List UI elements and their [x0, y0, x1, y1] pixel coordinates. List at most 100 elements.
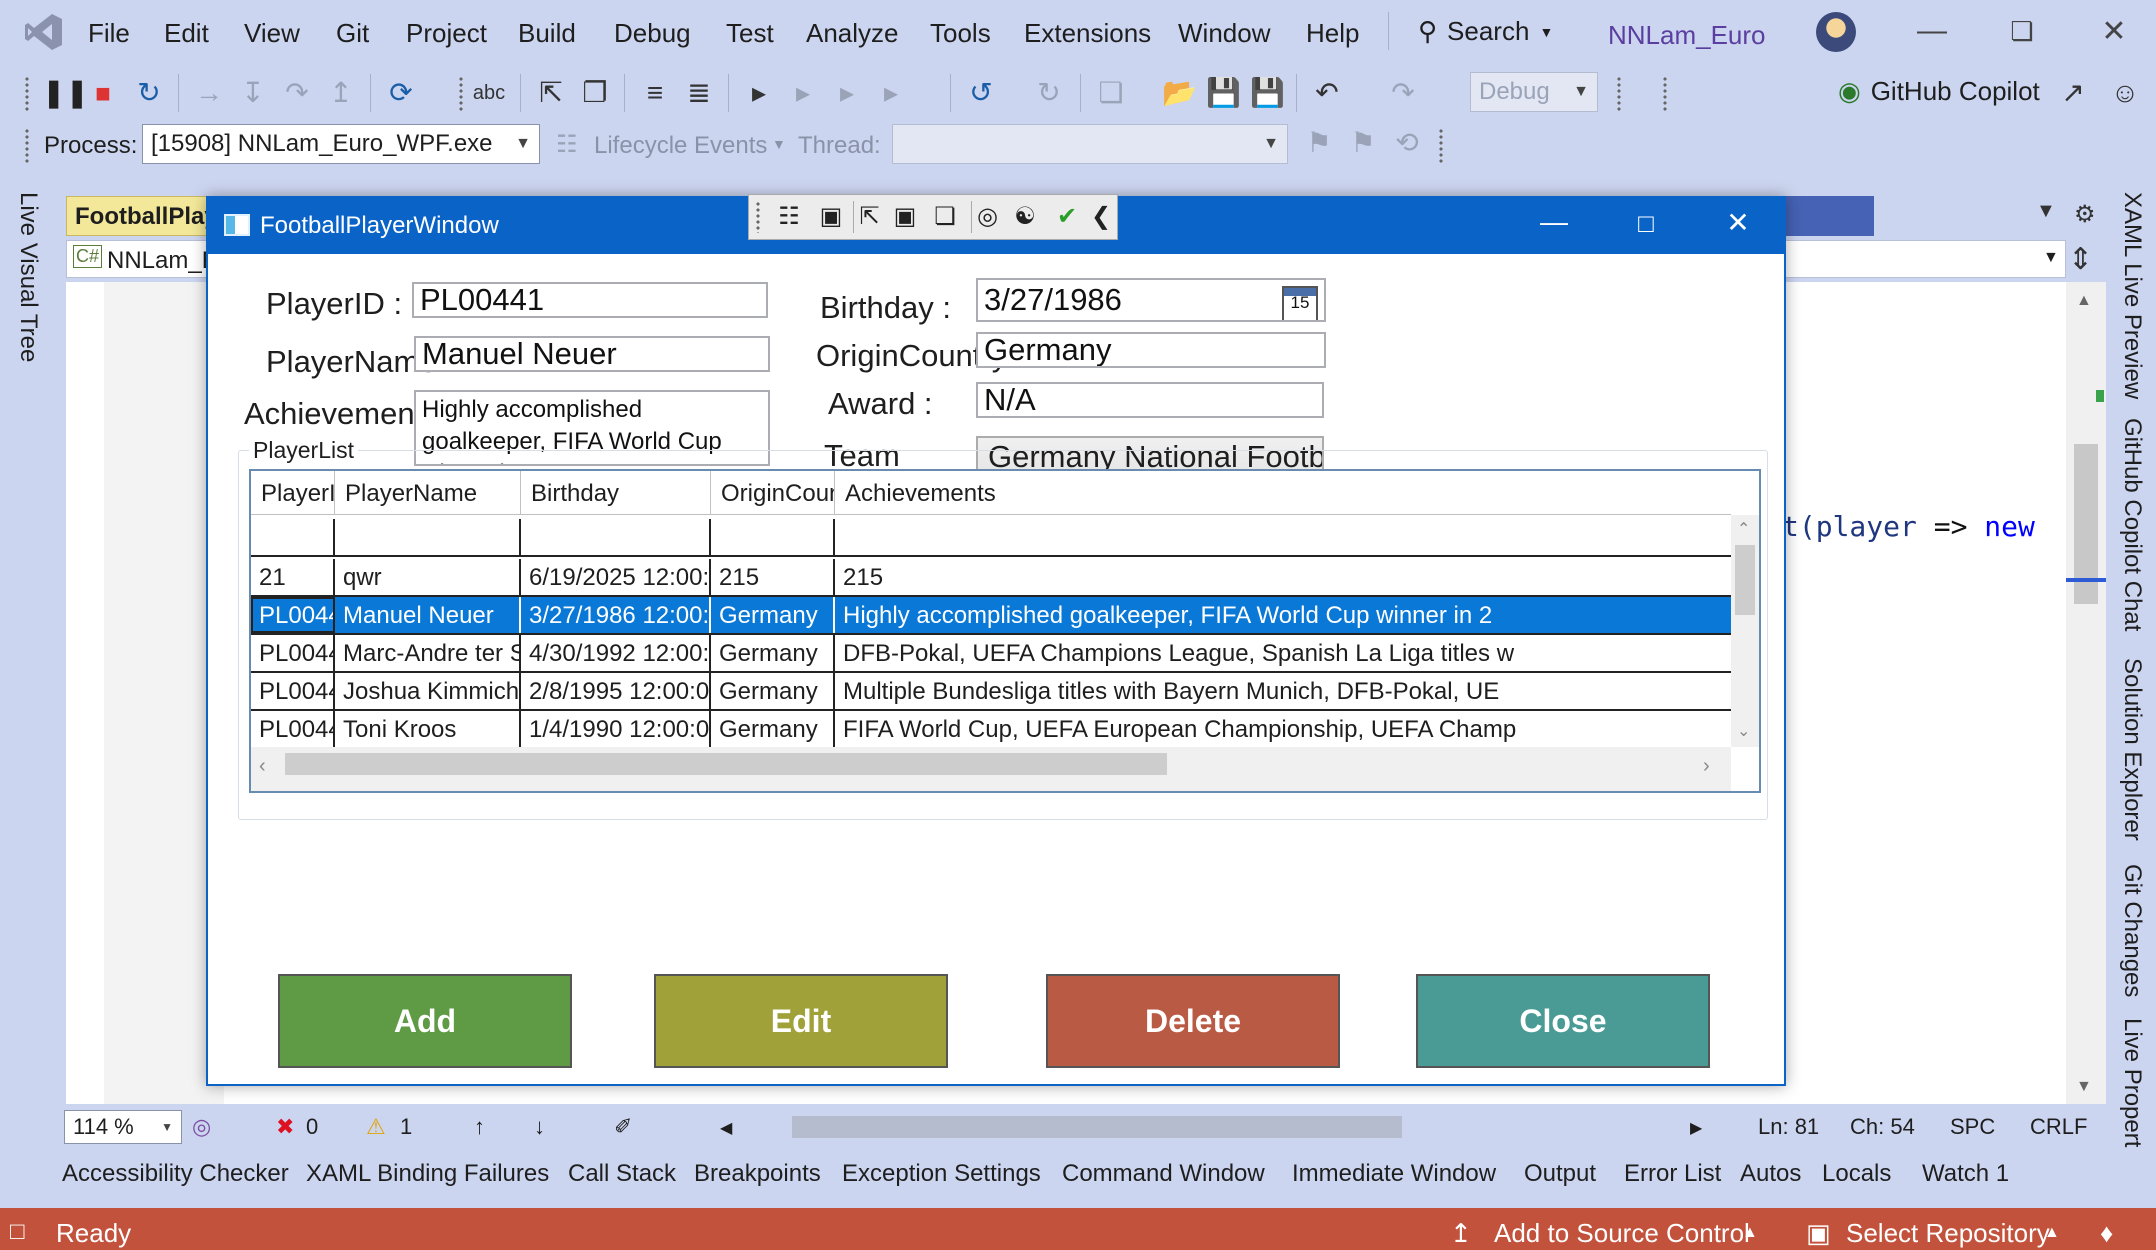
table-row[interactable]: PL00444 Toni Kroos 1/4/1990 12:00:00 AM …: [251, 711, 1731, 749]
collapse-toolbar-icon[interactable]: ❮: [1085, 201, 1117, 233]
close-icon[interactable]: ✕: [1716, 206, 1760, 239]
column-header-origincountry[interactable]: OriginCountry: [711, 471, 835, 515]
record-icon[interactable]: ▣: [815, 201, 847, 233]
column-header-achievements[interactable]: Achievements: [835, 471, 1731, 515]
table-row[interactable]: PL00442 Marc-Andre ter Stegen 4/30/1992 …: [251, 635, 1731, 673]
cell-achievements[interactable]: [835, 519, 1731, 555]
menu-file[interactable]: File: [88, 18, 130, 49]
bell-icon[interactable]: ♦: [2100, 1218, 2113, 1249]
step-out-icon[interactable]: ↥: [324, 76, 358, 110]
calendar-icon[interactable]: 15: [1282, 286, 1318, 320]
error-icon[interactable]: ✖: [276, 1114, 294, 1140]
scroll-right-icon[interactable]: ›: [1703, 755, 1710, 778]
tab-breakpoints[interactable]: Breakpoints: [694, 1160, 821, 1188]
cell-playerid[interactable]: [251, 519, 335, 555]
save-icon[interactable]: 💾: [1206, 76, 1241, 110]
cell-origincountry[interactable]: Germany: [711, 711, 835, 747]
menu-window[interactable]: Window: [1178, 18, 1270, 49]
zoom-combo[interactable]: 114 % ▼: [64, 1110, 182, 1144]
flag-all-threads-icon[interactable]: ⚑: [1346, 126, 1380, 160]
scroll-down-icon[interactable]: ▼: [2076, 1078, 2092, 1096]
code-cleanup-icon[interactable]: ✐: [614, 1114, 632, 1140]
player-id-field[interactable]: PL00441: [412, 282, 768, 318]
nav-project-combo[interactable]: NNLam_E: [107, 247, 218, 275]
toolbar-grip[interactable]: [1662, 76, 1668, 112]
column-header-playerid[interactable]: PlayerId: [251, 471, 335, 515]
step-over-icon[interactable]: ↷: [280, 76, 314, 110]
restart-icon[interactable]: ↻: [132, 76, 166, 110]
select-element-icon[interactable]: ⇱: [853, 201, 885, 233]
solution-config-combo[interactable]: Debug ▼: [1470, 72, 1598, 112]
menu-view[interactable]: View: [244, 18, 300, 49]
stop-icon[interactable]: ■: [86, 76, 120, 110]
track-focused-element-icon[interactable]: ❏: [929, 201, 961, 233]
menu-analyze[interactable]: Analyze: [806, 18, 899, 49]
cell-playerid[interactable]: 21: [251, 559, 335, 595]
step-into-icon[interactable]: ↧: [236, 76, 270, 110]
pause-icon[interactable]: ❚❚: [42, 76, 89, 110]
tab-solution-explorer[interactable]: Solution Explorer: [2118, 658, 2146, 841]
menu-build[interactable]: Build: [518, 18, 576, 49]
birthday-datepicker[interactable]: 3/27/1986 15: [976, 278, 1326, 322]
cell-origincountry[interactable]: [711, 519, 835, 555]
scroll-thumb[interactable]: [1735, 545, 1755, 615]
show-threads-icon[interactable]: ⟲: [1390, 126, 1424, 160]
editor-hscroll-thumb[interactable]: [792, 1116, 1402, 1138]
warning-icon[interactable]: ⚠: [366, 1114, 386, 1140]
tab-live-visual-tree[interactable]: Live Visual Tree: [14, 192, 42, 362]
cell-playername[interactable]: Toni Kroos: [335, 711, 521, 747]
tab-immediate-window[interactable]: Immediate Window: [1292, 1160, 1496, 1188]
code-health-icon[interactable]: ◎: [192, 1114, 211, 1140]
cell-playername[interactable]: [335, 519, 521, 555]
restore-icon[interactable]: ❏: [2000, 16, 2044, 47]
clear-bookmarks-icon[interactable]: ▸: [874, 76, 908, 110]
cell-achievements[interactable]: 215: [835, 559, 1731, 595]
cell-birthday[interactable]: 4/30/1992 12:00:00 AM: [521, 635, 711, 671]
origin-country-field[interactable]: Germany: [976, 332, 1326, 368]
tab-locals[interactable]: Locals: [1822, 1160, 1891, 1188]
show-next-statement-icon[interactable]: →: [192, 76, 226, 110]
display-layout-adorners-icon[interactable]: ▣: [889, 201, 921, 233]
toolbar-grip[interactable]: [24, 128, 30, 164]
tab-autos[interactable]: Autos: [1740, 1160, 1801, 1188]
tab-output[interactable]: Output: [1524, 1160, 1596, 1188]
prev-bookmark-icon[interactable]: ▸: [786, 76, 820, 110]
doc-tab-footballplayer[interactable]: FootballPlay: [66, 196, 216, 236]
table-row[interactable]: 21 qwr 6/19/2025 12:00:00 AM 215 215: [251, 559, 1731, 597]
toolbar-grip[interactable]: [1438, 128, 1444, 164]
grid-vertical-scrollbar[interactable]: ⌃ ⌄: [1731, 515, 1759, 747]
add-to-source-control[interactable]: Add to Source Control: [1494, 1218, 1750, 1249]
tab-xaml-binding-failures[interactable]: XAML Binding Failures: [306, 1160, 549, 1188]
cell-achievements[interactable]: FIFA World Cup, UEFA European Championsh…: [835, 711, 1731, 747]
minimize-icon[interactable]: —: [1910, 14, 1954, 48]
delete-button[interactable]: Delete: [1046, 974, 1340, 1068]
toolbar-grip[interactable]: [24, 76, 30, 112]
process-combo[interactable]: [15908] NNLam_Euro_WPF.exe ▼: [142, 124, 540, 164]
flag-thread-icon[interactable]: ⚑: [1302, 126, 1336, 160]
spell-check-icon[interactable]: abc: [472, 76, 506, 110]
accessibility-icon[interactable]: ☯: [1009, 201, 1041, 233]
player-data-grid[interactable]: PlayerId PlayerName Birthday OriginCount…: [249, 469, 1761, 793]
toolbar-grip[interactable]: [458, 76, 464, 112]
menu-test[interactable]: Test: [726, 18, 774, 49]
tab-error-list[interactable]: Error List: [1624, 1160, 1721, 1188]
cell-achievements[interactable]: Multiple Bundesliga titles with Bayern M…: [835, 673, 1731, 709]
binding-failures-icon[interactable]: ◎: [971, 201, 1003, 233]
next-issue-icon[interactable]: ↓: [534, 1114, 545, 1140]
tab-call-stack[interactable]: Call Stack: [568, 1160, 676, 1188]
grid-horizontal-scrollbar[interactable]: ‹ ›: [251, 747, 1731, 791]
tab-exception-settings[interactable]: Exception Settings: [842, 1160, 1041, 1188]
split-editor-icon[interactable]: ⇕: [2068, 242, 2093, 277]
cell-playerid[interactable]: PL00443: [251, 673, 335, 709]
scroll-left-icon[interactable]: ‹: [259, 755, 266, 778]
player-name-field[interactable]: Manuel Neuer: [414, 336, 770, 372]
add-button[interactable]: Add: [278, 974, 572, 1068]
editor-vertical-scrollbar[interactable]: ▲ ▼: [2066, 282, 2106, 1104]
cell-birthday[interactable]: 1/4/1990 12:00:00 AM: [521, 711, 711, 747]
maximize-icon[interactable]: □: [1624, 208, 1668, 239]
cell-birthday[interactable]: 3/27/1986 12:00:00 AM: [521, 597, 711, 633]
edit-button[interactable]: Edit: [654, 974, 948, 1068]
column-header-birthday[interactable]: Birthday: [521, 471, 711, 515]
toolbar-grip[interactable]: [1616, 76, 1622, 112]
outdent-icon[interactable]: ≣: [682, 76, 716, 110]
